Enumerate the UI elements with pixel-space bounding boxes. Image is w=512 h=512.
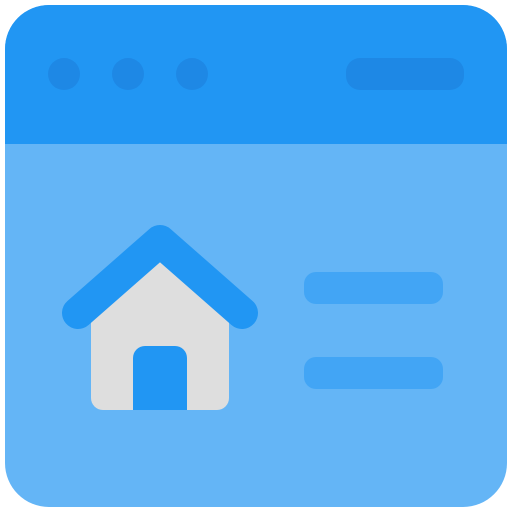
window-dot-icon xyxy=(176,58,208,90)
house-door xyxy=(133,346,187,410)
address-bar xyxy=(346,58,464,90)
content-line xyxy=(304,357,443,389)
window-dot-icon xyxy=(112,58,144,90)
homepage-browser-icon xyxy=(5,5,507,507)
window-dot-icon xyxy=(48,58,80,90)
content-line xyxy=(304,272,443,304)
